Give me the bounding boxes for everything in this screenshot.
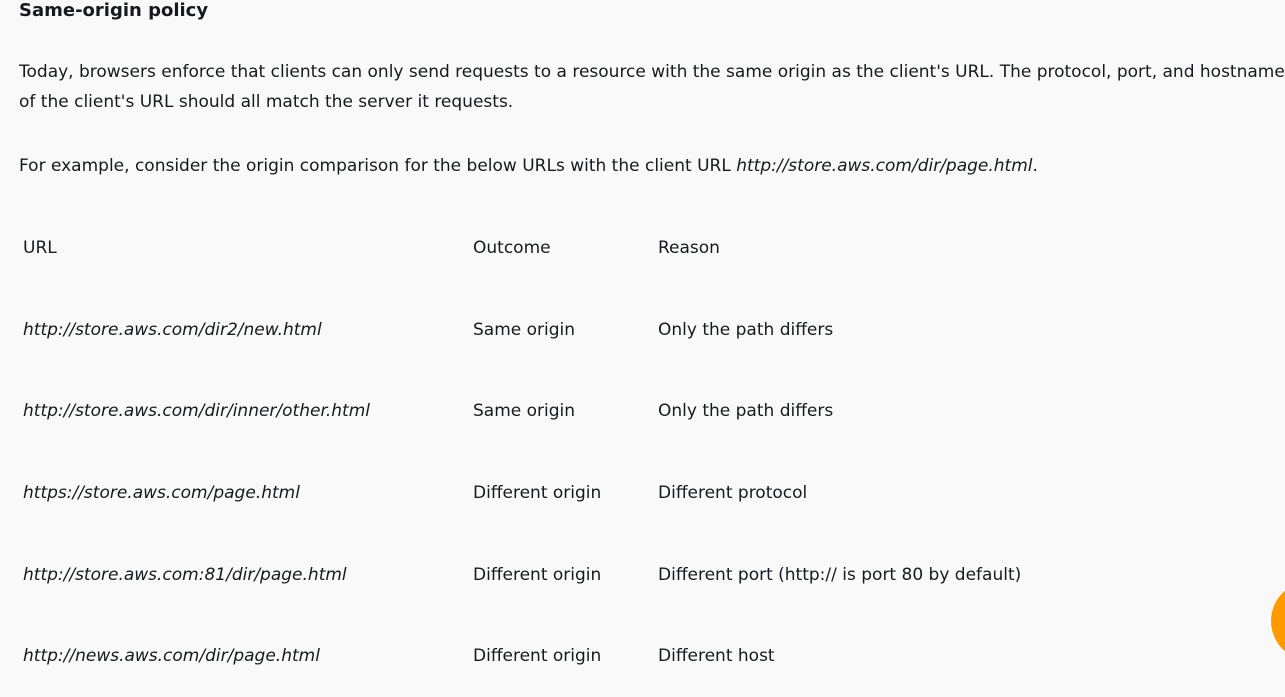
- row-reason: Only the path differs: [658, 320, 834, 340]
- column-header-outcome: Outcome: [473, 238, 551, 258]
- row-url: http://store.aws.com/dir2/new.html: [23, 320, 322, 340]
- chat-icon[interactable]: [1271, 581, 1285, 661]
- row-outcome: Different origin: [473, 646, 602, 666]
- example-text-prefix: For example, consider the origin compari…: [19, 156, 737, 176]
- row-reason: Different host: [658, 646, 775, 666]
- row-url: http://store.aws.com:81/dir/page.html: [23, 565, 347, 585]
- column-header-url: URL: [23, 238, 57, 258]
- row-outcome: Same origin: [473, 320, 576, 340]
- section-title: Same-origin policy: [19, 0, 209, 21]
- row-outcome: Different origin: [473, 483, 602, 503]
- row-outcome: Same origin: [473, 401, 576, 421]
- row-reason: Different protocol: [658, 483, 808, 503]
- row-reason: Different port (http:// is port 80 by de…: [658, 565, 1022, 585]
- row-url: http://news.aws.com/dir/page.html: [23, 646, 320, 666]
- page: Same-origin policy Today, browsers enfor…: [0, 0, 1285, 697]
- example-text-suffix: .: [1032, 156, 1038, 176]
- row-outcome: Different origin: [473, 565, 602, 585]
- intro-paragraph: Today, browsers enforce that clients can…: [19, 62, 1285, 112]
- client-url: http://store.aws.com/dir/page.html: [736, 156, 1033, 176]
- row-reason: Only the path differs: [658, 401, 834, 421]
- row-url: http://store.aws.com/dir/inner/other.htm…: [23, 401, 371, 421]
- example-paragraph: For example, consider the origin compari…: [19, 151, 1285, 181]
- row-url: https://store.aws.com/page.html: [23, 483, 300, 503]
- column-header-reason: Reason: [658, 238, 720, 258]
